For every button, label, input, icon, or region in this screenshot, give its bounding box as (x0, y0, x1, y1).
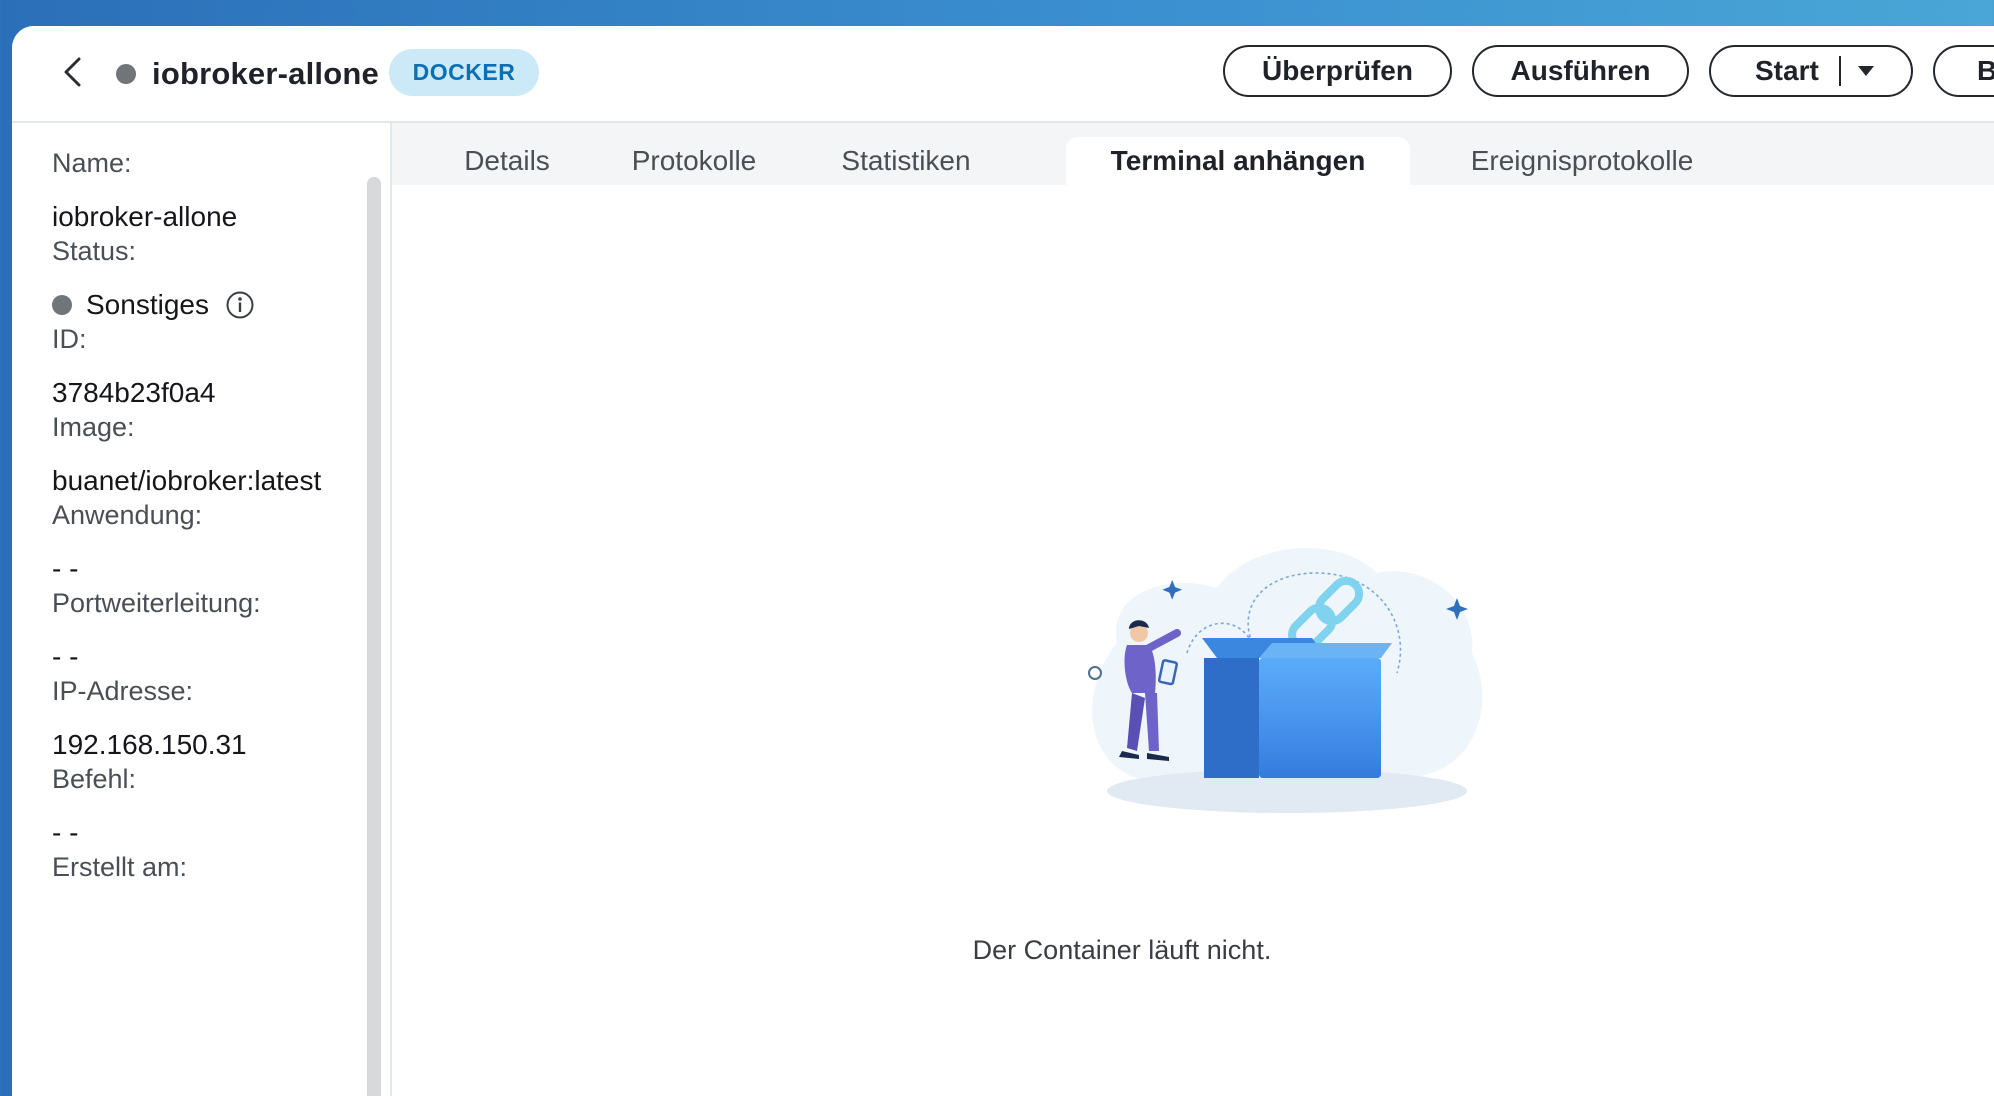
check-button[interactable]: Überprüfen (1223, 45, 1452, 97)
info-sidebar: Name: iobroker-allone Status: Sonstiges … (12, 123, 392, 1096)
status-dot (116, 64, 136, 84)
field-created: Erstellt am: (52, 849, 187, 885)
field-value: - - (52, 641, 79, 672)
field-label: Erstellt am: (52, 852, 188, 882)
tab-stats[interactable]: Statistiken (806, 137, 1006, 185)
field-value: buanet/iobroker:latest (52, 465, 322, 496)
field-status: Status: Sonstiges (52, 233, 255, 323)
header-bar: iobroker-allone DOCKER Überprüfen Ausfüh… (12, 26, 1994, 123)
field-command: Befehl: - - (52, 761, 136, 851)
field-value: 192.168.150.31 (52, 729, 247, 760)
field-label: Name: (52, 148, 132, 178)
field-image: Image: buanet/iobroker:latest (52, 409, 321, 499)
tab-events[interactable]: Ereignisprotokolle (1432, 137, 1732, 185)
tab-logs[interactable]: Protokolle (596, 137, 792, 185)
chevron-left-icon (64, 57, 81, 87)
field-label: IP-Adresse: (52, 676, 194, 706)
sidebar-scrollbar[interactable] (367, 177, 381, 1096)
execute-button[interactable]: Ausführen (1472, 45, 1689, 97)
field-value-row: Sonstiges (52, 287, 255, 323)
container-detail-window: iobroker-allone DOCKER Überprüfen Ausfüh… (12, 26, 1994, 1096)
field-label: Portweiterleitung: (52, 588, 261, 618)
field-value: iobroker-allone (52, 201, 238, 232)
field-ports: Portweiterleitung: - - (52, 585, 261, 675)
field-name: Name: iobroker-allone (52, 145, 237, 235)
field-label: Anwendung: (52, 500, 203, 530)
start-button[interactable]: Start (1709, 45, 1913, 97)
page-title: iobroker-allone (152, 56, 379, 91)
docker-badge: DOCKER (389, 49, 539, 96)
field-app: Anwendung: - - (52, 497, 202, 587)
start-button-label: Start (1755, 55, 1819, 86)
tab-terminal[interactable]: Terminal anhängen (1066, 137, 1410, 185)
field-label: ID: (52, 324, 87, 354)
tab-bar: Details Protokolle Statistiken Terminal … (392, 123, 1994, 185)
field-value: - - (52, 553, 79, 584)
more-action-button[interactable]: B (1933, 45, 1994, 97)
empty-state-message: Der Container läuft nicht. (972, 935, 1272, 965)
field-id: ID: 3784b23f0a4 (52, 321, 216, 411)
field-label: Befehl: (52, 764, 137, 794)
back-button[interactable] (52, 52, 92, 92)
field-ip: IP-Adresse: 192.168.150.31 (52, 673, 247, 763)
info-icon[interactable] (225, 290, 255, 320)
split-divider (1838, 56, 1841, 86)
empty-state-illustration (1088, 547, 1483, 813)
main-panel: Details Protokolle Statistiken Terminal … (392, 123, 1994, 1096)
status-text: Sonstiges (86, 289, 209, 320)
caret-down-icon[interactable] (1857, 65, 1875, 77)
field-label: Status: (52, 236, 137, 266)
field-value: - - (52, 817, 79, 848)
status-dot (52, 295, 72, 315)
tab-details[interactable]: Details (432, 137, 582, 185)
field-label: Image: (52, 412, 135, 442)
field-value: 3784b23f0a4 (52, 377, 216, 408)
